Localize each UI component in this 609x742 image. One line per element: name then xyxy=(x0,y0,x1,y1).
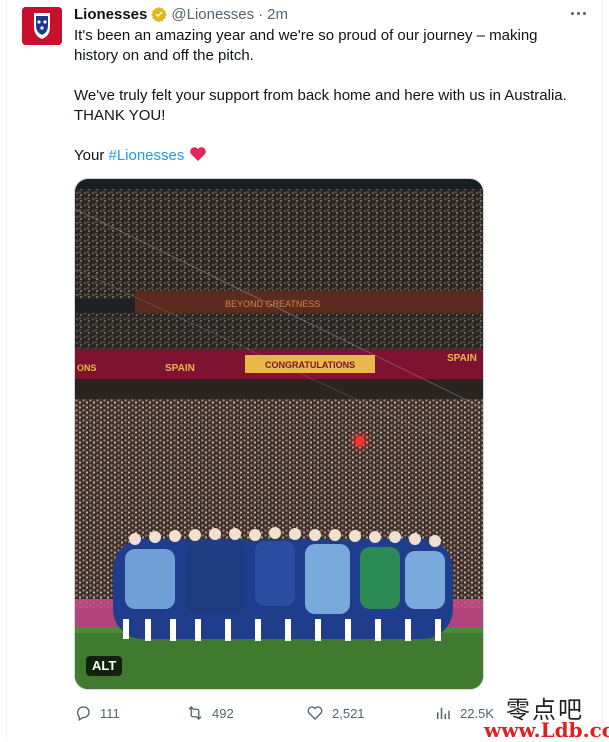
watermark-url: www.Ldb.cc xyxy=(484,718,609,742)
retweet-button[interactable]: 492 xyxy=(186,702,234,724)
team-huddle xyxy=(113,527,453,641)
hashtag-link[interactable]: #Lionesses xyxy=(108,147,184,164)
tweet-text: It's been an amazing year and we're so p… xyxy=(74,26,584,166)
tweet-photo[interactable]: BEYOND GREATNESS ONS SPAIN CONGRATULATIO… xyxy=(74,178,484,690)
banner-spain-1: SPAIN xyxy=(165,363,195,374)
like-count: 2,521 xyxy=(332,705,365,721)
retweet-count: 492 xyxy=(212,705,234,721)
paragraph-3: Your #Lionesses xyxy=(74,146,584,166)
reply-button[interactable]: 111 xyxy=(74,702,120,724)
tweet-header: Lionesses @Lionesses · 2m xyxy=(74,4,288,24)
banner-spain-2: SPAIN xyxy=(447,353,477,364)
reply-count: 111 xyxy=(100,705,120,721)
paragraph-3-prefix: Your xyxy=(74,147,109,164)
avatar[interactable] xyxy=(22,7,62,45)
like-button[interactable]: 2,521 xyxy=(306,702,365,724)
author-name[interactable]: Lionesses xyxy=(74,6,147,23)
stadium-photo: BEYOND GREATNESS ONS SPAIN CONGRATULATIO… xyxy=(75,179,483,689)
verified-badge-icon xyxy=(151,7,168,22)
paragraph-2: We've truly felt your support from back … xyxy=(74,87,567,124)
retweet-icon xyxy=(188,706,202,720)
banner-left: ONS xyxy=(77,363,97,373)
banner-beyond-greatness: BEYOND GREATNESS xyxy=(225,299,320,309)
like-icon xyxy=(307,706,323,720)
banner-congratulations: CONGRATULATIONS xyxy=(265,360,355,370)
separator-dot: · xyxy=(258,5,264,23)
heart-emoji-icon xyxy=(189,147,206,161)
more-icon[interactable] xyxy=(569,8,587,18)
alt-badge[interactable]: ALT xyxy=(86,656,123,676)
author-handle[interactable]: @Lionesses xyxy=(171,6,254,23)
views-icon xyxy=(437,707,450,719)
paragraph-1: It's been an amazing year and we're so p… xyxy=(74,27,538,64)
reply-icon xyxy=(77,706,90,721)
timestamp[interactable]: 2m xyxy=(267,6,288,23)
